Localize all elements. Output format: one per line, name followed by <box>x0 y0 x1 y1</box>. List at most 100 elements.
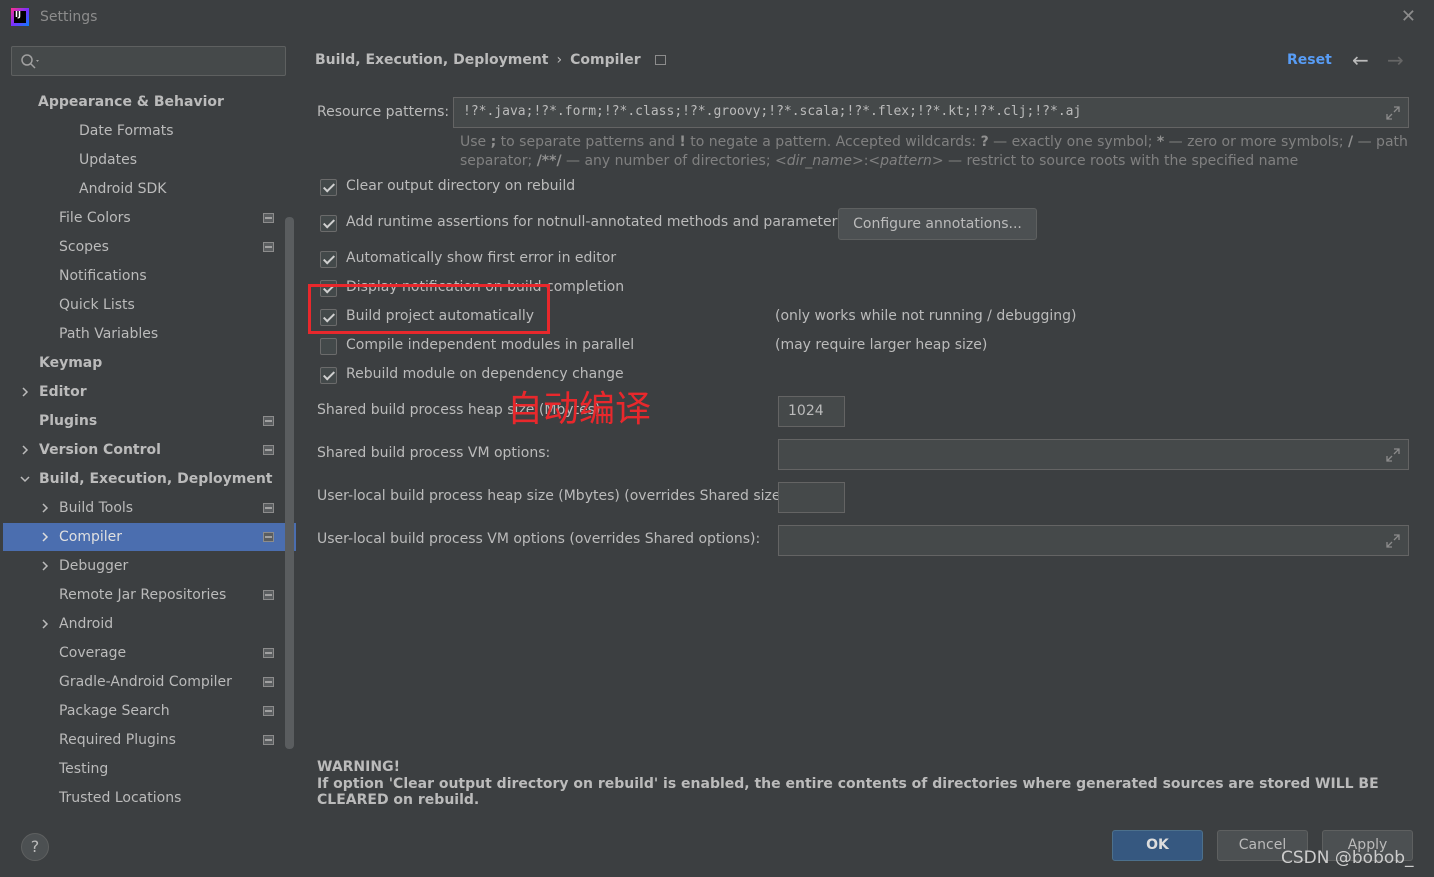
project-level-icon <box>263 416 274 426</box>
checkbox-label: Add runtime assertions for notnull-annot… <box>346 214 845 230</box>
expand-icon[interactable] <box>1386 106 1400 120</box>
sidebar-item-label: Debugger <box>59 558 129 574</box>
user-heap-label: User-local build process heap size (Mbyt… <box>317 488 791 504</box>
build-auto-note: (only works while not running / debuggin… <box>775 308 1077 324</box>
sidebar-item-build-tools[interactable]: Build Tools <box>0 494 283 522</box>
resource-patterns-hint-line2: separator; /**/ — any number of director… <box>460 153 1299 169</box>
sidebar-item-label: Version Control <box>39 442 161 458</box>
chevron-right-icon[interactable] <box>40 503 50 513</box>
annotation-highlight-box <box>308 284 550 334</box>
checkbox[interactable] <box>320 338 337 355</box>
sidebar-item-package-search[interactable]: Package Search <box>0 697 283 725</box>
checkbox[interactable] <box>320 179 337 196</box>
sidebar-item-editor[interactable]: Editor <box>0 378 283 406</box>
user-vm-input[interactable] <box>778 525 1409 556</box>
chevron-right-icon[interactable] <box>20 445 30 455</box>
sidebar-item-path-variables[interactable]: Path Variables <box>0 320 283 348</box>
sidebar-item-label: File Colors <box>59 210 131 226</box>
chevron-right-icon[interactable] <box>40 561 50 571</box>
sidebar-item-label: Testing <box>59 761 109 777</box>
sidebar-item-label: Coverage <box>59 645 127 661</box>
checkbox[interactable] <box>320 251 337 268</box>
resource-patterns-value: !?*.java;!?*.form;!?*.class;!?*.groovy;!… <box>463 104 1082 119</box>
breadcrumb-current: Compiler <box>570 52 641 68</box>
chevron-right-icon[interactable] <box>40 532 50 542</box>
sidebar-item-file-colors[interactable]: File Colors <box>0 204 283 232</box>
sidebar-item-quick-lists[interactable]: Quick Lists <box>0 291 283 319</box>
search-icon <box>21 54 39 69</box>
sidebar-scrollbar[interactable] <box>285 217 294 749</box>
sidebar-item-keymap[interactable]: Keymap <box>0 349 283 377</box>
sidebar-item-remote-jar-repositories[interactable]: Remote Jar Repositories <box>0 581 283 609</box>
close-icon[interactable]: ✕ <box>1401 6 1416 27</box>
search-input[interactable] <box>48 51 278 71</box>
user-heap-input[interactable] <box>778 482 845 513</box>
breadcrumb-separator: › <box>556 52 563 68</box>
chevron-right-icon[interactable] <box>40 619 50 629</box>
sidebar-item-scopes[interactable]: Scopes <box>0 233 283 261</box>
app-logo-icon: IJ <box>11 8 29 26</box>
sidebar-item-label: Notifications <box>59 268 147 284</box>
shared-heap-value: 1024 <box>788 403 824 419</box>
project-level-icon <box>263 213 274 223</box>
checkbox[interactable] <box>320 215 337 232</box>
project-level-icon <box>263 648 274 658</box>
sidebar-item-label: Trusted Locations <box>59 790 182 806</box>
watermark: CSDN @bobob_ <box>1281 848 1414 868</box>
parallel-note: (may require larger heap size) <box>775 337 988 353</box>
checkbox-label: Clear output directory on rebuild <box>346 178 576 194</box>
sidebar-item-label: Android SDK <box>79 181 167 197</box>
sidebar-item-trusted-locations[interactable]: Trusted Locations <box>0 784 283 812</box>
back-arrow-icon[interactable]: ← <box>1352 48 1369 72</box>
help-button[interactable]: ? <box>21 833 49 861</box>
sidebar-item-coverage[interactable]: Coverage <box>0 639 283 667</box>
sidebar-item-android-sdk[interactable]: Android SDK <box>0 175 283 203</box>
sidebar-item-label: Path Variables <box>59 326 159 342</box>
sidebar-item-label: Remote Jar Repositories <box>59 587 227 603</box>
breadcrumb: Build, Execution, Deployment › Compiler <box>315 52 666 68</box>
sidebar-item-testing[interactable]: Testing <box>0 755 283 783</box>
sidebar-item-android[interactable]: Android <box>0 610 283 638</box>
sidebar-item-debugger[interactable]: Debugger <box>0 552 283 580</box>
sidebar-item-gradle-android-compiler[interactable]: Gradle-Android Compiler <box>0 668 283 696</box>
sidebar-item-label: Updates <box>79 152 137 168</box>
sidebar-item-version-control[interactable]: Version Control <box>0 436 283 464</box>
sidebar-item-appearance-behavior[interactable]: Appearance & Behavior <box>0 88 283 116</box>
expand-icon[interactable] <box>1386 534 1400 548</box>
sidebar-item-label: Gradle-Android Compiler <box>59 674 232 690</box>
warning-text: If option 'Clear output directory on reb… <box>317 776 1379 808</box>
sidebar-item-label: Compiler <box>59 529 123 545</box>
checkbox[interactable] <box>320 367 337 384</box>
sidebar-item-notifications[interactable]: Notifications <box>0 262 283 290</box>
project-level-icon <box>263 706 274 716</box>
resource-patterns-hint-line1: Use ; to separate patterns and ! to nega… <box>460 134 1408 150</box>
sidebar-item-label: Plugins <box>39 413 98 429</box>
shared-vm-input[interactable] <box>778 439 1409 470</box>
chevron-right-icon[interactable] <box>20 387 30 397</box>
sidebar-item-build-execution-deployment[interactable]: Build, Execution, Deployment <box>0 465 283 493</box>
warning-title: WARNING! <box>317 759 400 775</box>
sidebar-item-date-formats[interactable]: Date Formats <box>0 117 283 145</box>
resource-patterns-label: Resource patterns: <box>317 104 450 120</box>
shared-heap-input[interactable]: 1024 <box>778 396 845 427</box>
warning-block: WARNING! If option 'Clear output directo… <box>317 759 1434 808</box>
forward-arrow-icon[interactable]: → <box>1387 48 1404 72</box>
resource-patterns-field[interactable]: !?*.java;!?*.form;!?*.class;!?*.groovy;!… <box>453 97 1409 128</box>
sidebar-item-updates[interactable]: Updates <box>0 146 283 174</box>
search-field[interactable] <box>11 46 286 76</box>
reset-link[interactable]: Reset <box>1287 52 1332 68</box>
ok-button[interactable]: OK <box>1112 830 1203 861</box>
chevron-down-icon[interactable] <box>20 474 30 484</box>
annotation-text: 自动编译 <box>507 389 652 430</box>
shared-vm-label: Shared build process VM options: <box>317 445 551 461</box>
sidebar-item-plugins[interactable]: Plugins <box>0 407 283 435</box>
sidebar-item-compiler[interactable]: Compiler <box>3 523 297 551</box>
expand-icon[interactable] <box>1386 448 1400 462</box>
sidebar-item-label: Date Formats <box>79 123 174 139</box>
configure-annotations-button[interactable]: Configure annotations... <box>838 208 1037 240</box>
project-level-icon <box>263 677 274 687</box>
sidebar-item-label: Keymap <box>39 355 103 371</box>
window-title: Settings <box>40 9 98 25</box>
sidebar-item-required-plugins[interactable]: Required Plugins <box>0 726 283 754</box>
breadcrumb-parent[interactable]: Build, Execution, Deployment <box>315 52 549 68</box>
